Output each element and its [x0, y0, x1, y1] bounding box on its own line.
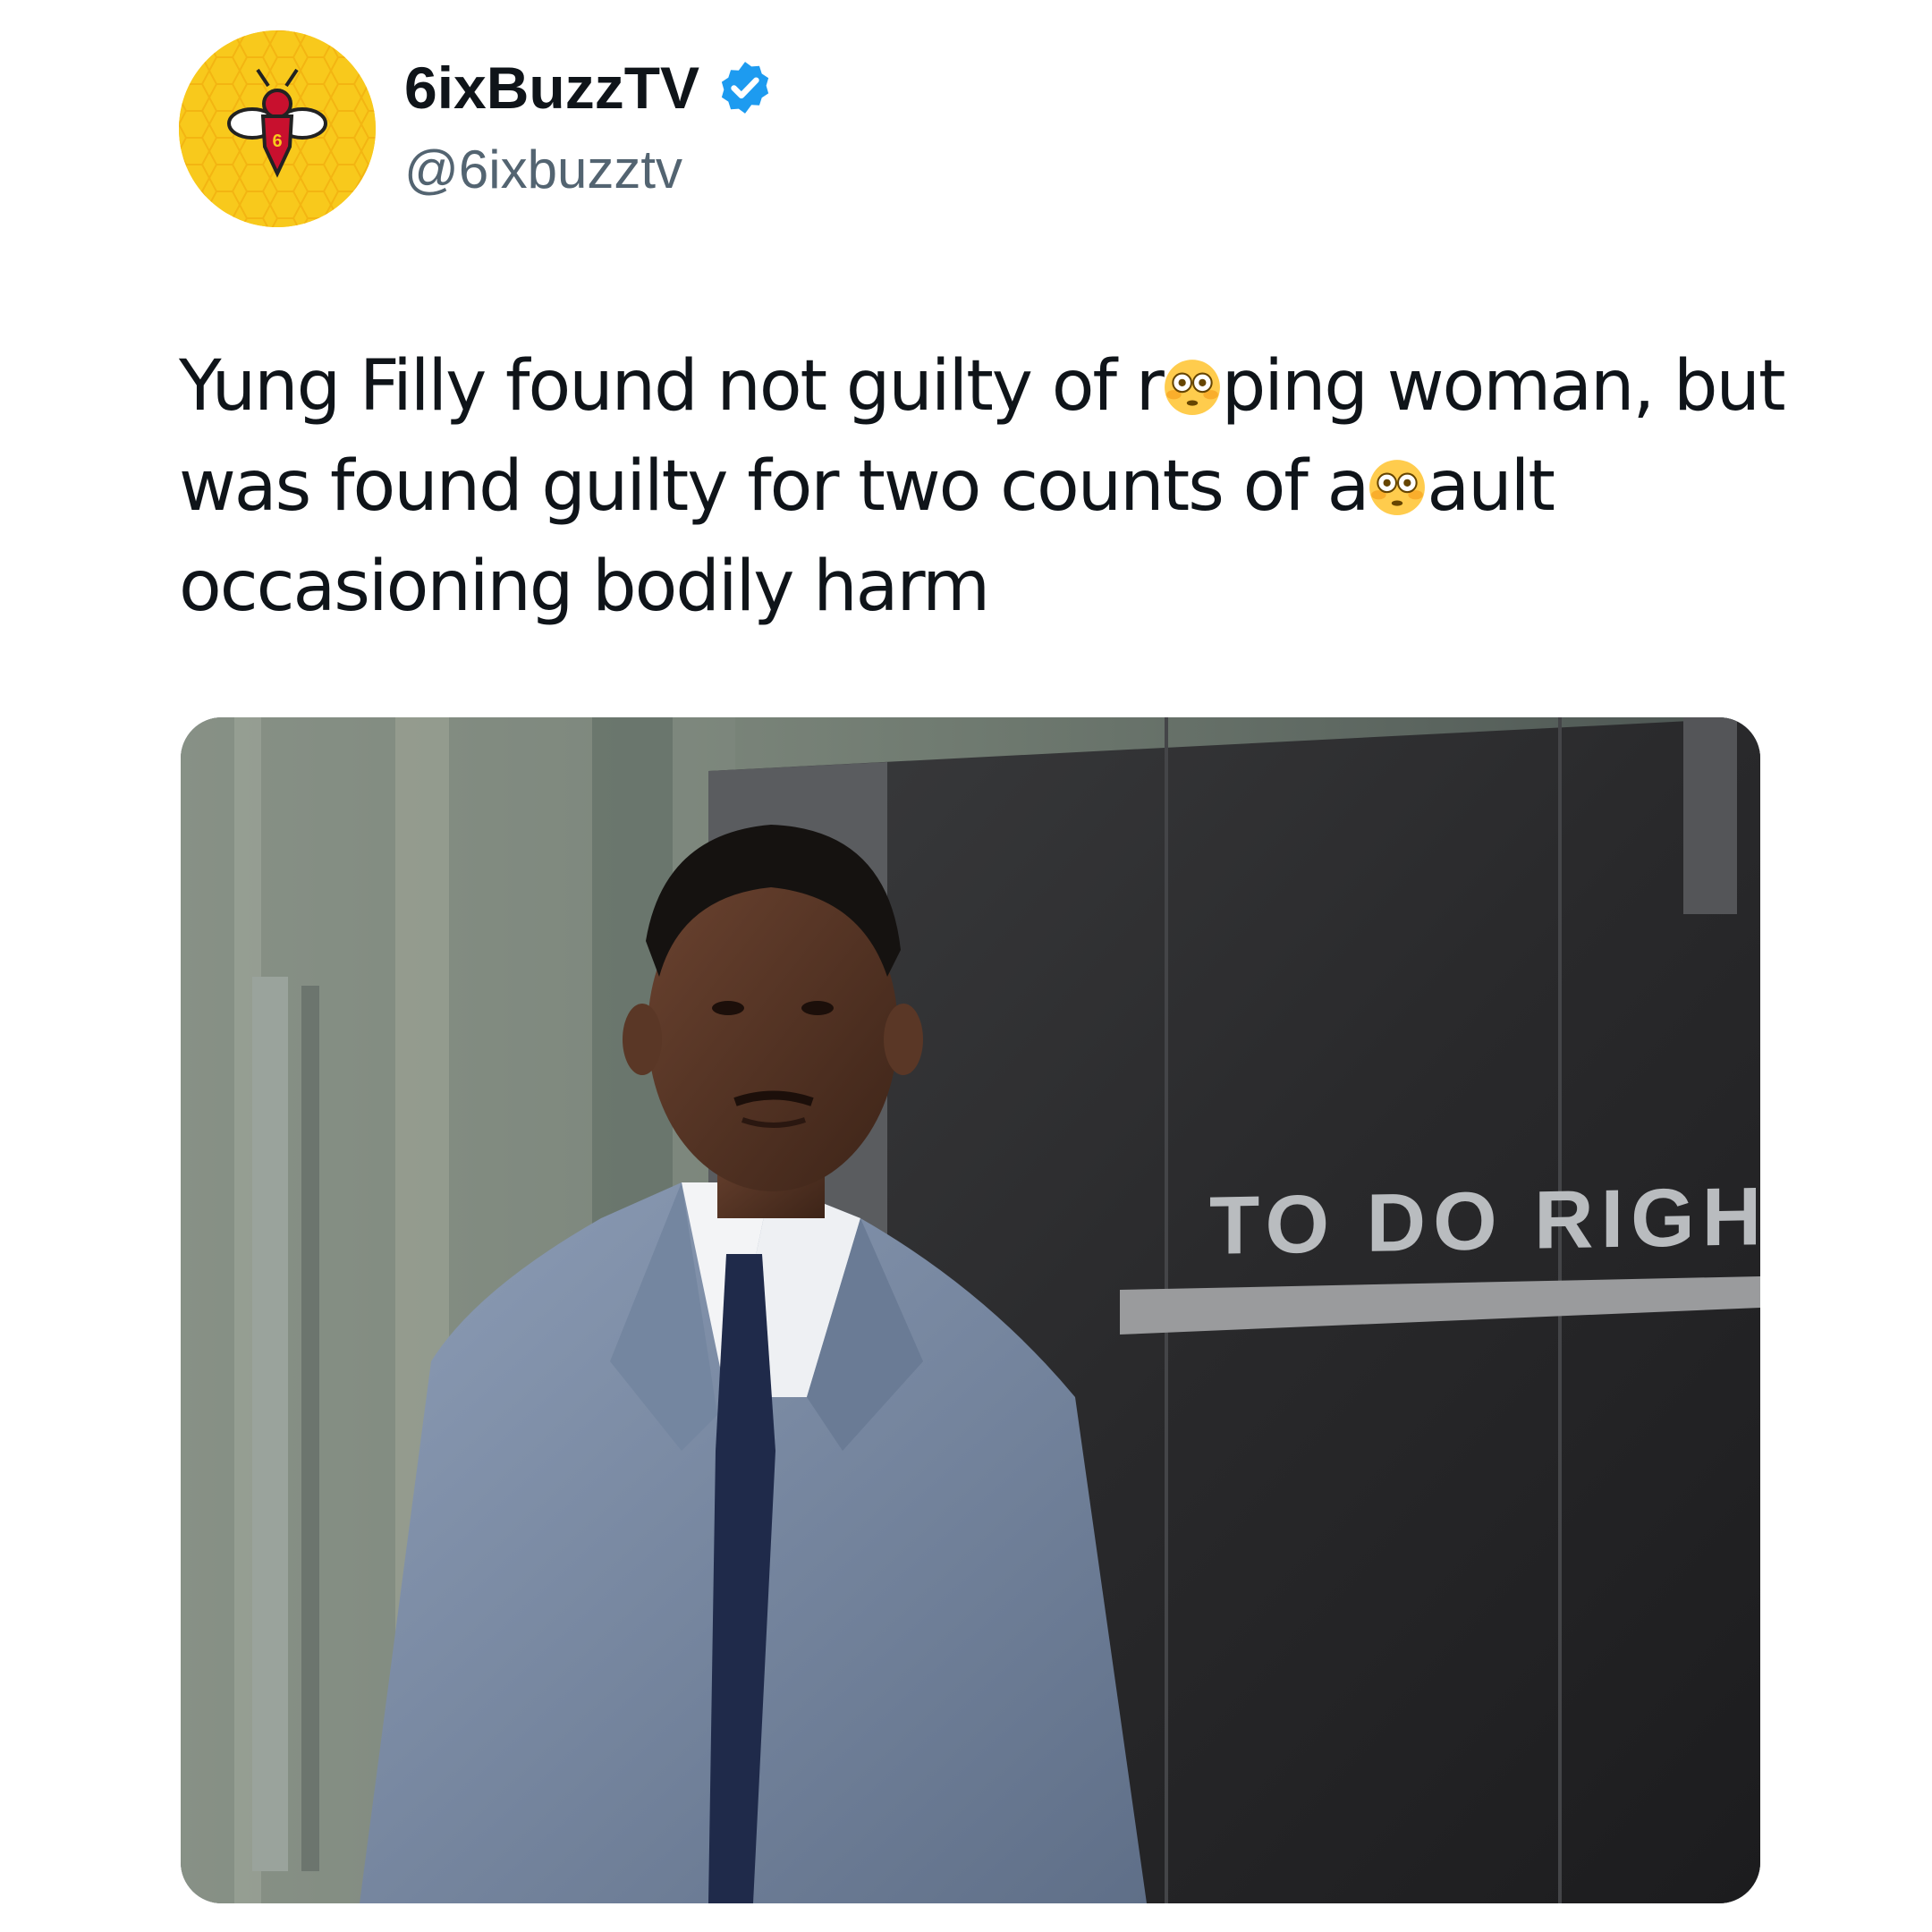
user-handle[interactable]: @6ixbuzztv — [404, 136, 682, 204]
bee-logo-icon: 6 — [179, 30, 376, 227]
photo-illustration: TO DO RIGHT TO — [181, 717, 1760, 1903]
verified-badge-icon — [716, 58, 775, 117]
display-name[interactable]: 6ixBuzzTV — [404, 52, 775, 123]
tweet-photo[interactable]: TO DO RIGHT TO — [181, 717, 1760, 1903]
wall-inscription: TO DO RIGHT TO — [1209, 1167, 1760, 1272]
flushed-face-emoji-icon — [1163, 358, 1222, 417]
flushed-face-emoji-icon — [1368, 458, 1427, 517]
tweet-text: Yung Filly found not guilty of r ping wom… — [179, 336, 1789, 637]
avatar[interactable]: 6 — [179, 30, 376, 227]
tweet-text-segment: Yung Filly found not guilty of r — [179, 346, 1165, 427]
display-name-text[interactable]: 6ixBuzzTV — [404, 52, 699, 123]
avatar-text: 6 — [272, 131, 282, 151]
